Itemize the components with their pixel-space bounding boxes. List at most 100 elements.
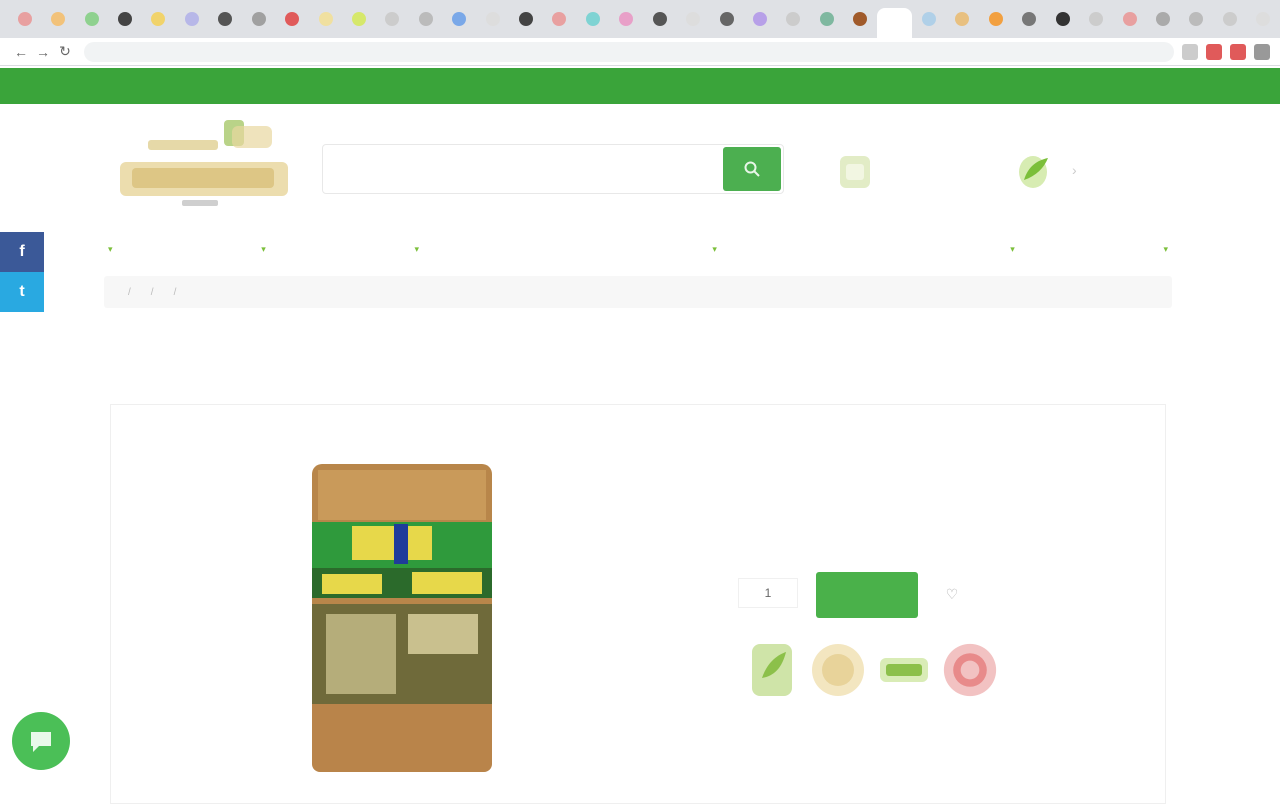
chat-icon[interactable]: [12, 712, 70, 770]
browser-tab[interactable]: [643, 4, 676, 34]
browser-tab[interactable]: [576, 4, 609, 34]
twitter-icon[interactable]: t: [0, 272, 44, 312]
extension-icon[interactable]: [1206, 43, 1222, 60]
tab-favicon-icon: [1156, 12, 1171, 26]
product-card: [110, 404, 1166, 804]
nav-item[interactable]: ▾: [1006, 244, 1015, 255]
cart-widget[interactable]: ›: [1010, 146, 1150, 194]
nav-item[interactable]: ▾: [104, 244, 113, 255]
nav-item[interactable]: ▾: [708, 244, 717, 255]
browser-tab[interactable]: [946, 4, 979, 34]
breadcrumb-separator: /: [150, 286, 154, 298]
tab-favicon-icon: [1022, 12, 1037, 26]
browser-tab[interactable]: [1247, 4, 1280, 34]
browser-tab[interactable]: [409, 4, 442, 34]
browser-tab[interactable]: [275, 4, 308, 34]
tab-favicon-icon: [887, 16, 902, 30]
browser-tab[interactable]: [912, 4, 945, 34]
browser-tab[interactable]: [610, 4, 643, 34]
browser-tab[interactable]: [175, 4, 208, 34]
browser-tab[interactable]: [676, 4, 709, 34]
certification-badge-icon: [942, 638, 998, 702]
tab-favicon-icon: [752, 12, 767, 26]
chevron-down-icon: ▾: [261, 243, 266, 254]
browser-tab[interactable]: [142, 4, 175, 34]
browser-tab[interactable]: [1146, 4, 1179, 34]
tab-favicon-icon: [218, 12, 233, 26]
browser-tab[interactable]: [75, 4, 108, 34]
browser-tab[interactable]: [242, 4, 275, 34]
browser-tab[interactable]: [342, 4, 375, 34]
browser-tab[interactable]: [979, 4, 1012, 34]
browser-tab[interactable]: [1013, 4, 1046, 34]
browser-tab[interactable]: [8, 4, 41, 34]
browser-tab[interactable]: [876, 8, 913, 38]
tab-favicon-icon: [686, 12, 701, 26]
browser-tab[interactable]: [209, 4, 242, 34]
browser-tab[interactable]: [777, 4, 810, 34]
facebook-icon[interactable]: f: [0, 232, 44, 272]
tab-favicon-icon: [585, 12, 600, 26]
browser-tab[interactable]: [1046, 4, 1079, 34]
browser-tab[interactable]: [1079, 4, 1112, 34]
tab-favicon-icon: [351, 12, 366, 26]
extension-icon[interactable]: [1182, 43, 1198, 60]
organic-badge-icon: [876, 638, 932, 702]
tab-favicon-icon: [988, 12, 1003, 26]
browser-tab[interactable]: [543, 4, 576, 34]
browser-tab[interactable]: [710, 4, 743, 34]
tab-favicon-icon: [184, 12, 199, 26]
browser-tab[interactable]: [1113, 4, 1146, 34]
tab-favicon-icon: [51, 12, 66, 26]
nav-item[interactable]: ▾: [257, 244, 266, 255]
tab-favicon-icon: [922, 12, 937, 26]
tab-favicon-icon: [485, 12, 500, 26]
browser-tab[interactable]: [743, 4, 776, 34]
tab-favicon-icon: [151, 12, 166, 26]
breadcrumb-separator: /: [173, 286, 177, 298]
add-to-cart-button[interactable]: [816, 572, 918, 618]
tab-favicon-icon: [17, 12, 32, 26]
tab-favicon-icon: [552, 12, 567, 26]
browser-tab[interactable]: [844, 4, 877, 34]
product-image[interactable]: [312, 464, 492, 772]
tab-favicon-icon: [84, 12, 99, 26]
browser-tab[interactable]: [476, 4, 509, 34]
nav-item[interactable]: ▾: [410, 244, 419, 255]
url-field[interactable]: [84, 41, 1174, 62]
browser-tab[interactable]: [1213, 4, 1246, 34]
browser-tab[interactable]: [41, 4, 74, 34]
browser-tab[interactable]: [108, 4, 141, 34]
chevron-down-icon: ▾: [414, 243, 419, 254]
tab-favicon-icon: [853, 12, 868, 26]
chevron-down-icon: ▾: [1010, 243, 1015, 254]
reload-icon[interactable]: ↻: [54, 41, 76, 63]
search-input[interactable]: [323, 145, 723, 193]
tab-favicon-icon: [955, 12, 970, 26]
tab-favicon-icon: [1189, 12, 1204, 26]
nav-item[interactable]: ▾: [1159, 244, 1168, 255]
tab-favicon-icon: [619, 12, 634, 26]
quantity-field[interactable]: 1: [738, 578, 798, 608]
extension-icon[interactable]: [1254, 43, 1270, 60]
browser-tab[interactable]: [376, 4, 409, 34]
wishlist-icon[interactable]: ♡: [938, 580, 966, 608]
breadcrumb: / / /: [104, 276, 1172, 308]
tab-favicon-icon: [819, 12, 834, 26]
browser-tab[interactable]: [309, 4, 342, 34]
main-navigation: ▾ ▾ ▾ ▾ ▾ ▾: [104, 232, 1168, 266]
browser-tab[interactable]: [810, 4, 843, 34]
back-icon[interactable]: ←: [10, 41, 32, 63]
tab-favicon-icon: [719, 12, 734, 26]
forward-icon[interactable]: →: [32, 41, 54, 63]
extension-icon[interactable]: [1230, 43, 1246, 60]
search-button[interactable]: [723, 147, 781, 191]
delivery-info[interactable]: [838, 148, 950, 196]
social-sidebar: f t: [0, 232, 44, 312]
store-logo[interactable]: [112, 116, 288, 212]
search-icon: [744, 161, 760, 177]
browser-tab[interactable]: [509, 4, 542, 34]
browser-tab[interactable]: [1180, 4, 1213, 34]
browser-tab[interactable]: [442, 4, 475, 34]
tab-favicon-icon: [786, 12, 801, 26]
